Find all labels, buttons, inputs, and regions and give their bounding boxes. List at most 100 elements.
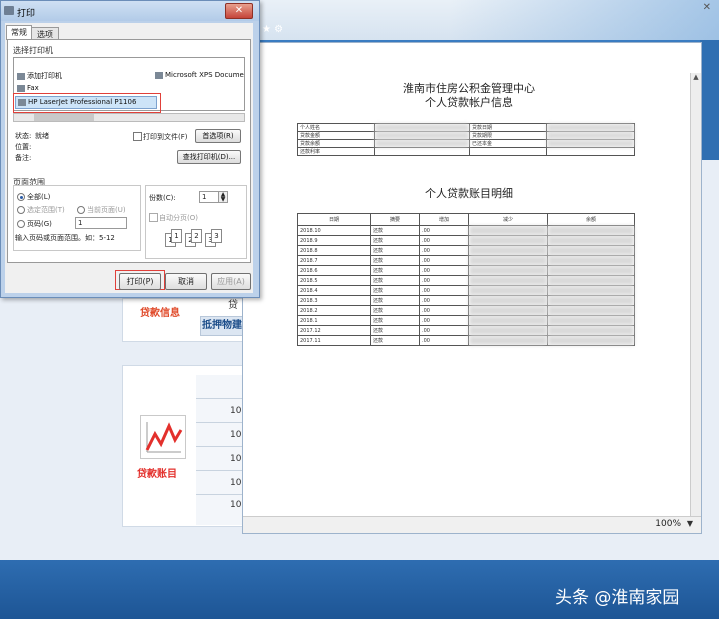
copies-label: 份数(C): <box>149 194 176 202</box>
toolbar-icons[interactable]: ★ ⚙ <box>262 24 283 35</box>
info-value <box>374 131 470 140</box>
loan-truncated-label: 贷 <box>228 300 238 311</box>
col-date: 日期 <box>297 213 371 226</box>
cell-summary: 还款 <box>370 245 420 256</box>
printer-fax[interactable]: Fax <box>17 84 39 92</box>
cell-summary: 还款 <box>370 335 420 346</box>
col-summary: 摘要 <box>370 213 420 226</box>
cell-decrease <box>468 335 548 346</box>
col-decrease: 减少 <box>468 213 548 226</box>
cell-decrease <box>468 285 548 296</box>
loan-detail-table: 日期 摘要 增加 减少 余额 2018.10 还款 .00 2018.9 还款 .00 … <box>297 213 635 346</box>
cell-balance <box>547 225 635 236</box>
info-label: 已还本金 <box>469 139 547 148</box>
cell-increase: .00 <box>419 285 469 296</box>
cell-balance <box>547 315 635 326</box>
cell-summary: 还款 <box>370 225 420 236</box>
side-value: 10 <box>230 406 242 416</box>
collate-checkbox[interactable] <box>149 213 158 222</box>
printer-icon <box>4 6 14 15</box>
cell-summary: 还款 <box>370 255 420 266</box>
range-all-radio[interactable] <box>17 193 25 201</box>
range-pages-radio[interactable] <box>17 220 25 228</box>
select-printer-label: 选择打印机 <box>13 46 53 55</box>
cell-date: 2018.6 <box>297 265 371 276</box>
collate-illustration: 1 1 2 2 3 3 <box>165 227 225 255</box>
cell-balance <box>547 285 635 296</box>
collate-label: 自动分页(O) <box>159 214 198 222</box>
printer-hp-label[interactable]: HP LaserJet Professional P1106 <box>18 98 136 106</box>
printer-xps[interactable]: Microsoft XPS Docume <box>155 71 244 79</box>
dialog-body: 常规 选项 选择打印机 添加打印机 Microsoft XPS Docume F… <box>5 23 253 293</box>
copies-spinner[interactable]: ▲ ▼ <box>218 191 228 203</box>
cell-increase: .00 <box>419 225 469 236</box>
cell-increase: .00 <box>419 265 469 276</box>
scroll-thumb[interactable] <box>34 114 94 121</box>
location-label: 位置: <box>15 143 32 151</box>
collate-page: 2 <box>191 229 202 243</box>
scroll-up-icon[interactable]: ▲ <box>691 73 701 83</box>
cell-decrease <box>468 305 548 316</box>
loan-account-label[interactable]: 贷款账目 <box>137 465 177 480</box>
info-value <box>374 139 470 148</box>
grid-line <box>196 470 242 471</box>
loan-info-label[interactable]: 贷款信息 <box>140 304 180 319</box>
mortgage-button[interactable]: 抵押物建 <box>200 316 244 336</box>
table-row: 2018.6 还款 .00 <box>297 265 635 276</box>
cell-balance <box>547 275 635 286</box>
find-printer-button[interactable]: 查找打印机(D)... <box>177 150 241 164</box>
table-row: 2018.3 还款 .00 <box>297 295 635 306</box>
close-icon[interactable]: ✕ <box>225 3 253 19</box>
preview-page: 淮南市住房公积金管理中心 个人贷款帐户信息 个人姓名 贷款日期 贷款金额 贷款期… <box>243 43 695 515</box>
fax-icon <box>17 84 25 92</box>
cell-increase: .00 <box>419 325 469 336</box>
cell-date: 2018.5 <box>297 275 371 286</box>
zoom-level[interactable]: 100% <box>655 519 681 529</box>
cancel-button[interactable]: 取消 <box>165 273 207 290</box>
zoom-dropdown-icon[interactable]: ▼ <box>687 519 693 528</box>
printer-add-printer[interactable]: 添加打印机 <box>17 71 62 81</box>
preferences-button[interactable]: 首选项(R) <box>195 129 241 143</box>
print-button[interactable]: 打印(P) <box>119 273 161 290</box>
cell-date: 2018.10 <box>297 225 371 236</box>
info-label: 还款利率 <box>297 147 375 156</box>
printer-name: Microsoft XPS Docume <box>165 71 244 79</box>
preview-scrollbar[interactable]: ▲ ▼ <box>690 73 701 528</box>
printer-list-scrollbar[interactable] <box>13 113 245 122</box>
info-value <box>546 123 635 132</box>
print-preview-window: 淮南市住房公积金管理中心 个人贷款帐户信息 个人姓名 贷款日期 贷款金额 贷款期… <box>242 42 702 534</box>
col-increase: 增加 <box>419 213 469 226</box>
info-value <box>374 147 470 156</box>
doc-title: 个人贷款帐户信息 <box>425 96 513 109</box>
range-current-radio[interactable] <box>77 206 85 214</box>
info-label: 个人姓名 <box>297 123 375 132</box>
loan-account-chart-icon[interactable] <box>140 415 186 459</box>
printer-name: HP LaserJet Professional P1106 <box>28 98 137 106</box>
cell-decrease <box>468 245 548 256</box>
printer-name: 添加打印机 <box>27 72 62 80</box>
cell-balance <box>547 325 635 336</box>
grid-line <box>196 398 242 399</box>
cell-date: 2017.12 <box>297 325 371 336</box>
print-to-file-checkbox[interactable] <box>133 132 142 141</box>
cell-summary: 还款 <box>370 325 420 336</box>
cell-increase: .00 <box>419 315 469 326</box>
table-row: 还款利率 <box>297 147 635 156</box>
cell-summary: 还款 <box>370 315 420 326</box>
apply-button[interactable]: 应用(A) <box>211 273 251 290</box>
info-label <box>469 147 547 156</box>
pages-input[interactable]: 1 <box>75 217 127 229</box>
cell-increase: .00 <box>419 295 469 306</box>
range-current-label: 当前页面(U) <box>87 206 126 214</box>
window-close-icon[interactable]: ✕ <box>703 2 711 13</box>
collate-page: 3 <box>211 229 222 243</box>
cell-increase: .00 <box>419 255 469 266</box>
range-pages-label: 页码(G) <box>27 220 52 228</box>
copies-input[interactable]: 1 <box>199 191 219 203</box>
tab-general[interactable]: 常规 <box>6 25 32 40</box>
cell-date: 2018.3 <box>297 295 371 306</box>
range-selection-radio[interactable] <box>17 206 25 214</box>
dialog-titlebar[interactable]: 打印 ✕ <box>1 1 259 21</box>
cell-summary: 还款 <box>370 285 420 296</box>
collate-page: 1 <box>171 229 182 243</box>
